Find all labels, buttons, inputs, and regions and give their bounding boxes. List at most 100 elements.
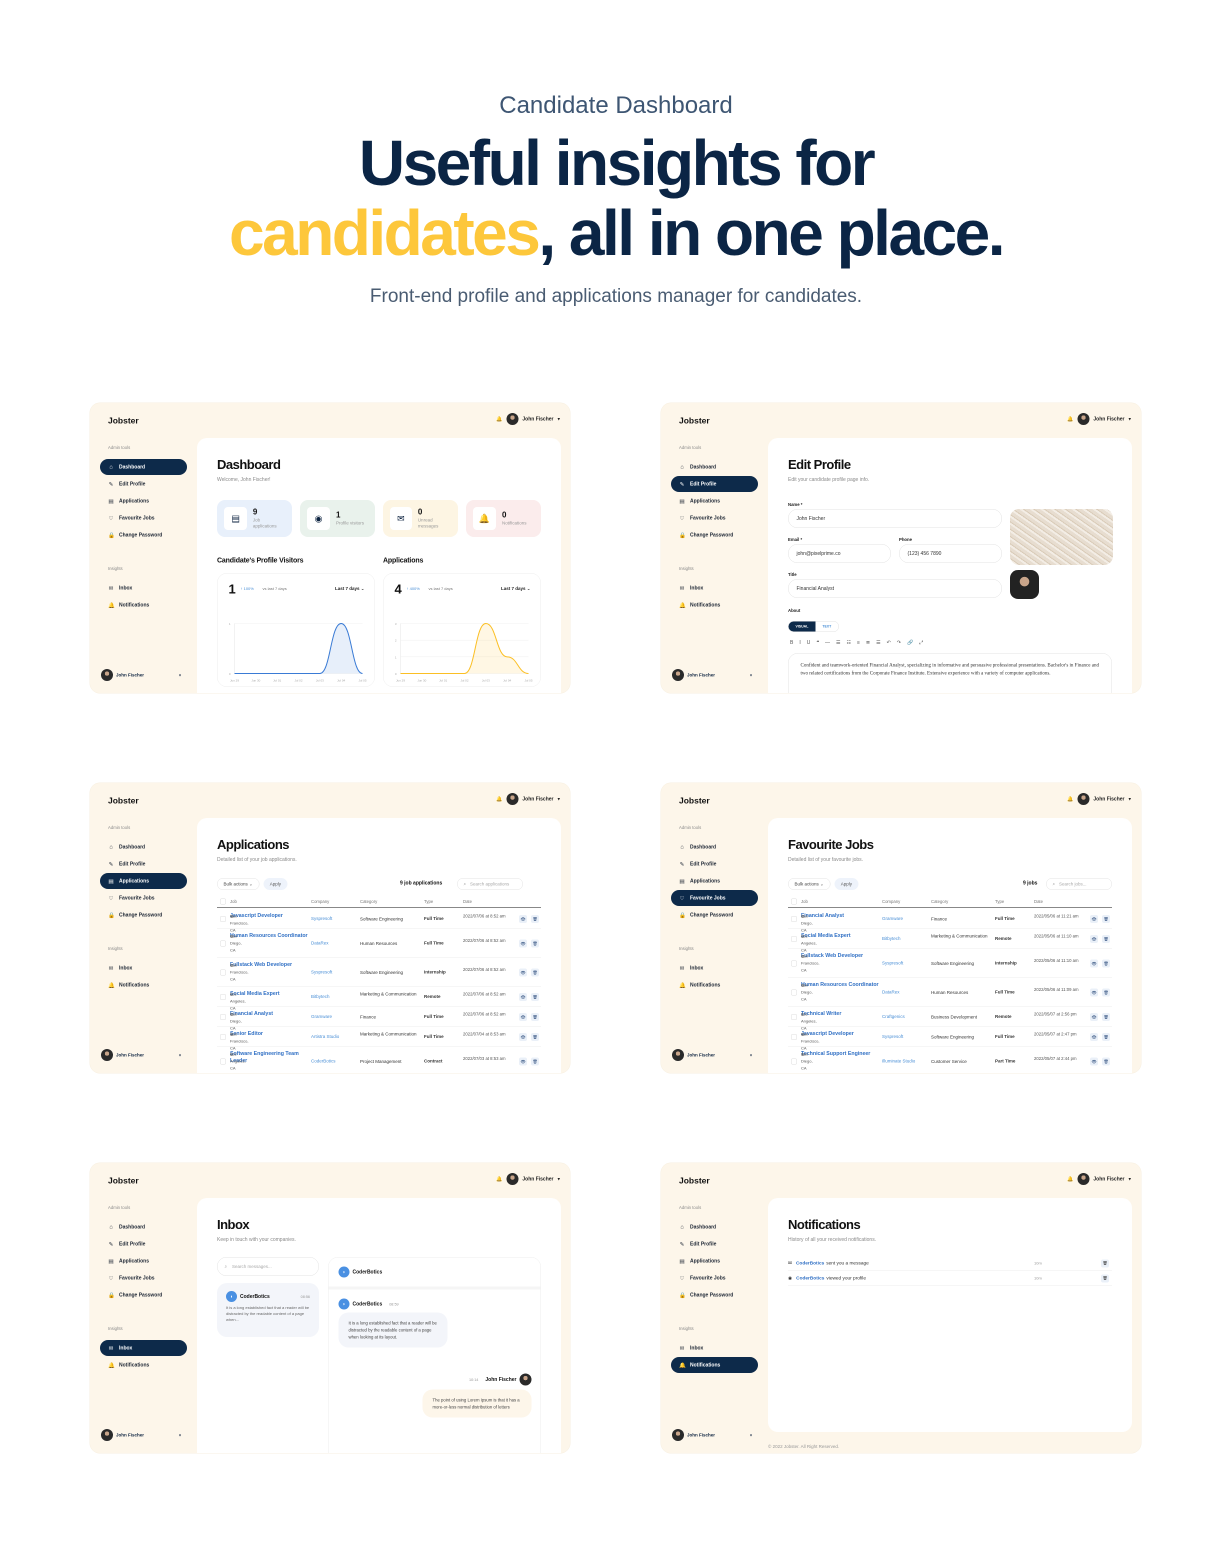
company-link[interactable]: CoderBotics	[796, 1276, 824, 1282]
company-link[interactable]: Illuminate Studio	[882, 1059, 915, 1064]
column-header[interactable]: Type	[424, 899, 433, 904]
trash-icon[interactable]: 🗑	[531, 939, 539, 948]
toolbar-button[interactable]: ❝	[816, 640, 819, 646]
apply-button[interactable]: Apply	[263, 878, 288, 890]
trash-icon[interactable]: 🗑	[531, 1033, 539, 1041]
sidebar-item-dashboard[interactable]: ⌂ Dashboard	[100, 839, 187, 855]
notification-row[interactable]: ◉ CoderBotics viewed your profile 10m 🗑	[788, 1271, 1112, 1286]
view-icon[interactable]: 👁	[519, 915, 527, 923]
column-header[interactable]: Job	[801, 899, 808, 904]
row-checkbox[interactable]	[220, 940, 226, 947]
apply-button[interactable]: Apply	[834, 878, 859, 890]
sidebar-item-notifications[interactable]: 🔔 Notifications	[100, 1357, 187, 1373]
company-link[interactable]: Bitbytech	[311, 994, 330, 999]
trash-icon[interactable]: 🗑	[1102, 1013, 1110, 1021]
tab-text[interactable]: TEXT	[815, 622, 838, 632]
view-icon[interactable]: 👁	[519, 993, 527, 1001]
company-link[interactable]: Bitbytech	[882, 936, 901, 941]
sidebar-item-notifications[interactable]: 🔔 Notifications	[671, 1357, 758, 1373]
trash-icon[interactable]: 🗑	[531, 993, 539, 1001]
view-icon[interactable]: 👁	[1090, 959, 1098, 968]
company-link[interactable]: Gramware	[311, 1014, 332, 1019]
app-logo[interactable]: Jobster	[679, 1176, 710, 1186]
profile-photo[interactable]	[1010, 570, 1039, 599]
sidebar-item-notifications[interactable]: 🔔 Notifications	[671, 977, 758, 993]
sidebar-item-applications[interactable]: ▤ Applications	[671, 493, 758, 509]
toolbar-button[interactable]: ↶	[887, 640, 891, 646]
sidebar-item-change-password[interactable]: 🔒 Change Password	[671, 907, 758, 923]
trash-icon[interactable]: 🗑	[1102, 1033, 1110, 1041]
toolbar-button[interactable]: ↷	[897, 640, 901, 646]
sidebar-item-applications[interactable]: ▤ Applications	[100, 1253, 187, 1269]
sidebar-item-notifications[interactable]: 🔔 Notifications	[100, 597, 187, 613]
company-link[interactable]: CoderBotics	[796, 1261, 824, 1267]
view-icon[interactable]: 👁	[1090, 1033, 1098, 1041]
column-header[interactable]: Date	[1034, 899, 1043, 904]
toolbar-button[interactable]: —	[825, 640, 830, 646]
sidebar-item-notifications[interactable]: 🔔 Notifications	[100, 977, 187, 993]
app-logo[interactable]: Jobster	[108, 416, 139, 426]
toolbar-button[interactable]: B	[790, 640, 793, 646]
email-input[interactable]: john@pixelprime.co	[788, 544, 891, 563]
app-logo[interactable]: Jobster	[108, 796, 139, 806]
bell-icon[interactable]: 🔔	[496, 796, 502, 802]
row-checkbox[interactable]	[220, 1058, 226, 1065]
sidebar-item-change-password[interactable]: 🔒 Change Password	[100, 1287, 187, 1303]
row-checkbox[interactable]	[220, 916, 226, 922]
toolbar-button[interactable]: I	[799, 640, 800, 646]
trash-icon[interactable]: 🗑	[1101, 1274, 1109, 1283]
column-header[interactable]: Company	[882, 899, 900, 904]
row-checkbox[interactable]	[791, 960, 797, 967]
sidebar-user-menu[interactable]: John Fischer ▾	[672, 669, 752, 681]
toolbar-button[interactable]: ≣	[866, 640, 870, 646]
view-icon[interactable]: 👁	[519, 939, 527, 948]
trash-icon[interactable]: 🗑	[1102, 935, 1110, 943]
company-link[interactable]: DataRex	[311, 941, 329, 946]
bulk-actions-select[interactable]: Bulk actions ⌄	[788, 878, 831, 890]
trash-icon[interactable]: 🗑	[1102, 988, 1110, 997]
header-user-menu[interactable]: 🔔 John Fischer ▾	[1067, 1173, 1131, 1185]
app-logo[interactable]: Jobster	[108, 1176, 139, 1186]
header-user-menu[interactable]: 🔔 John Fischer ▾	[496, 793, 560, 805]
column-header[interactable]: Type	[995, 899, 1004, 904]
trash-icon[interactable]: 🗑	[531, 1057, 539, 1066]
cover-image[interactable]	[1010, 509, 1113, 565]
app-logo[interactable]: Jobster	[679, 796, 710, 806]
sidebar-item-change-password[interactable]: 🔒 Change Password	[100, 907, 187, 923]
view-icon[interactable]: 👁	[1090, 988, 1098, 997]
company-link[interactable]: Gramware	[882, 916, 903, 921]
sidebar-item-applications[interactable]: ▤ Applications	[671, 1253, 758, 1269]
sidebar-item-edit-profile[interactable]: ✎ Edit Profile	[100, 1236, 187, 1252]
row-checkbox[interactable]	[791, 916, 797, 922]
column-header[interactable]: Job	[230, 899, 237, 904]
bell-icon[interactable]: 🔔	[1067, 416, 1073, 422]
view-icon[interactable]: 👁	[1090, 1057, 1098, 1066]
sidebar-user-menu[interactable]: John Fischer ▾	[101, 669, 181, 681]
company-link[interactable]: Syspresoft	[882, 961, 903, 966]
column-header[interactable]: Date	[463, 899, 472, 904]
column-header[interactable]: Category	[931, 899, 948, 904]
title-input[interactable]: Financial Analyst	[788, 579, 1002, 598]
row-checkbox[interactable]	[791, 1014, 797, 1020]
toolbar-button[interactable]: 🔗	[907, 640, 913, 646]
sidebar-item-dashboard[interactable]: ⌂ Dashboard	[671, 1219, 758, 1235]
about-textarea[interactable]: Confident and teamwork-oriented Financia…	[788, 653, 1112, 693]
view-icon[interactable]: 👁	[1090, 915, 1098, 923]
company-link[interactable]: Syspresoft	[311, 916, 332, 921]
sidebar-item-inbox[interactable]: ✉ Inbox	[671, 960, 758, 976]
conversation-item[interactable]: ◗ CoderBotics 08:56 It is a long establish…	[217, 1283, 319, 1337]
sidebar-item-dashboard[interactable]: ⌂ Dashboard	[671, 839, 758, 855]
sidebar-item-edit-profile[interactable]: ✎ Edit Profile	[671, 1236, 758, 1252]
company-link[interactable]: Craftgenics	[882, 1014, 905, 1019]
sidebar-item-inbox[interactable]: ✉ Inbox	[100, 960, 187, 976]
toolbar-button[interactable]: ☰	[836, 640, 840, 646]
sidebar-item-applications[interactable]: ▤ Applications	[100, 493, 187, 509]
app-logo[interactable]: Jobster	[679, 416, 710, 426]
row-checkbox[interactable]	[791, 989, 797, 996]
sidebar-item-edit-profile[interactable]: ✎ Edit Profile	[100, 476, 187, 492]
company-link[interactable]: Artistra Studio	[311, 1034, 339, 1039]
sidebar-item-inbox[interactable]: ✉ Inbox	[100, 580, 187, 596]
column-header[interactable]: Company	[311, 899, 329, 904]
header-user-menu[interactable]: 🔔 John Fischer ▾	[496, 413, 560, 425]
stat-card[interactable]: 🔔 0 Notifications	[466, 500, 541, 537]
